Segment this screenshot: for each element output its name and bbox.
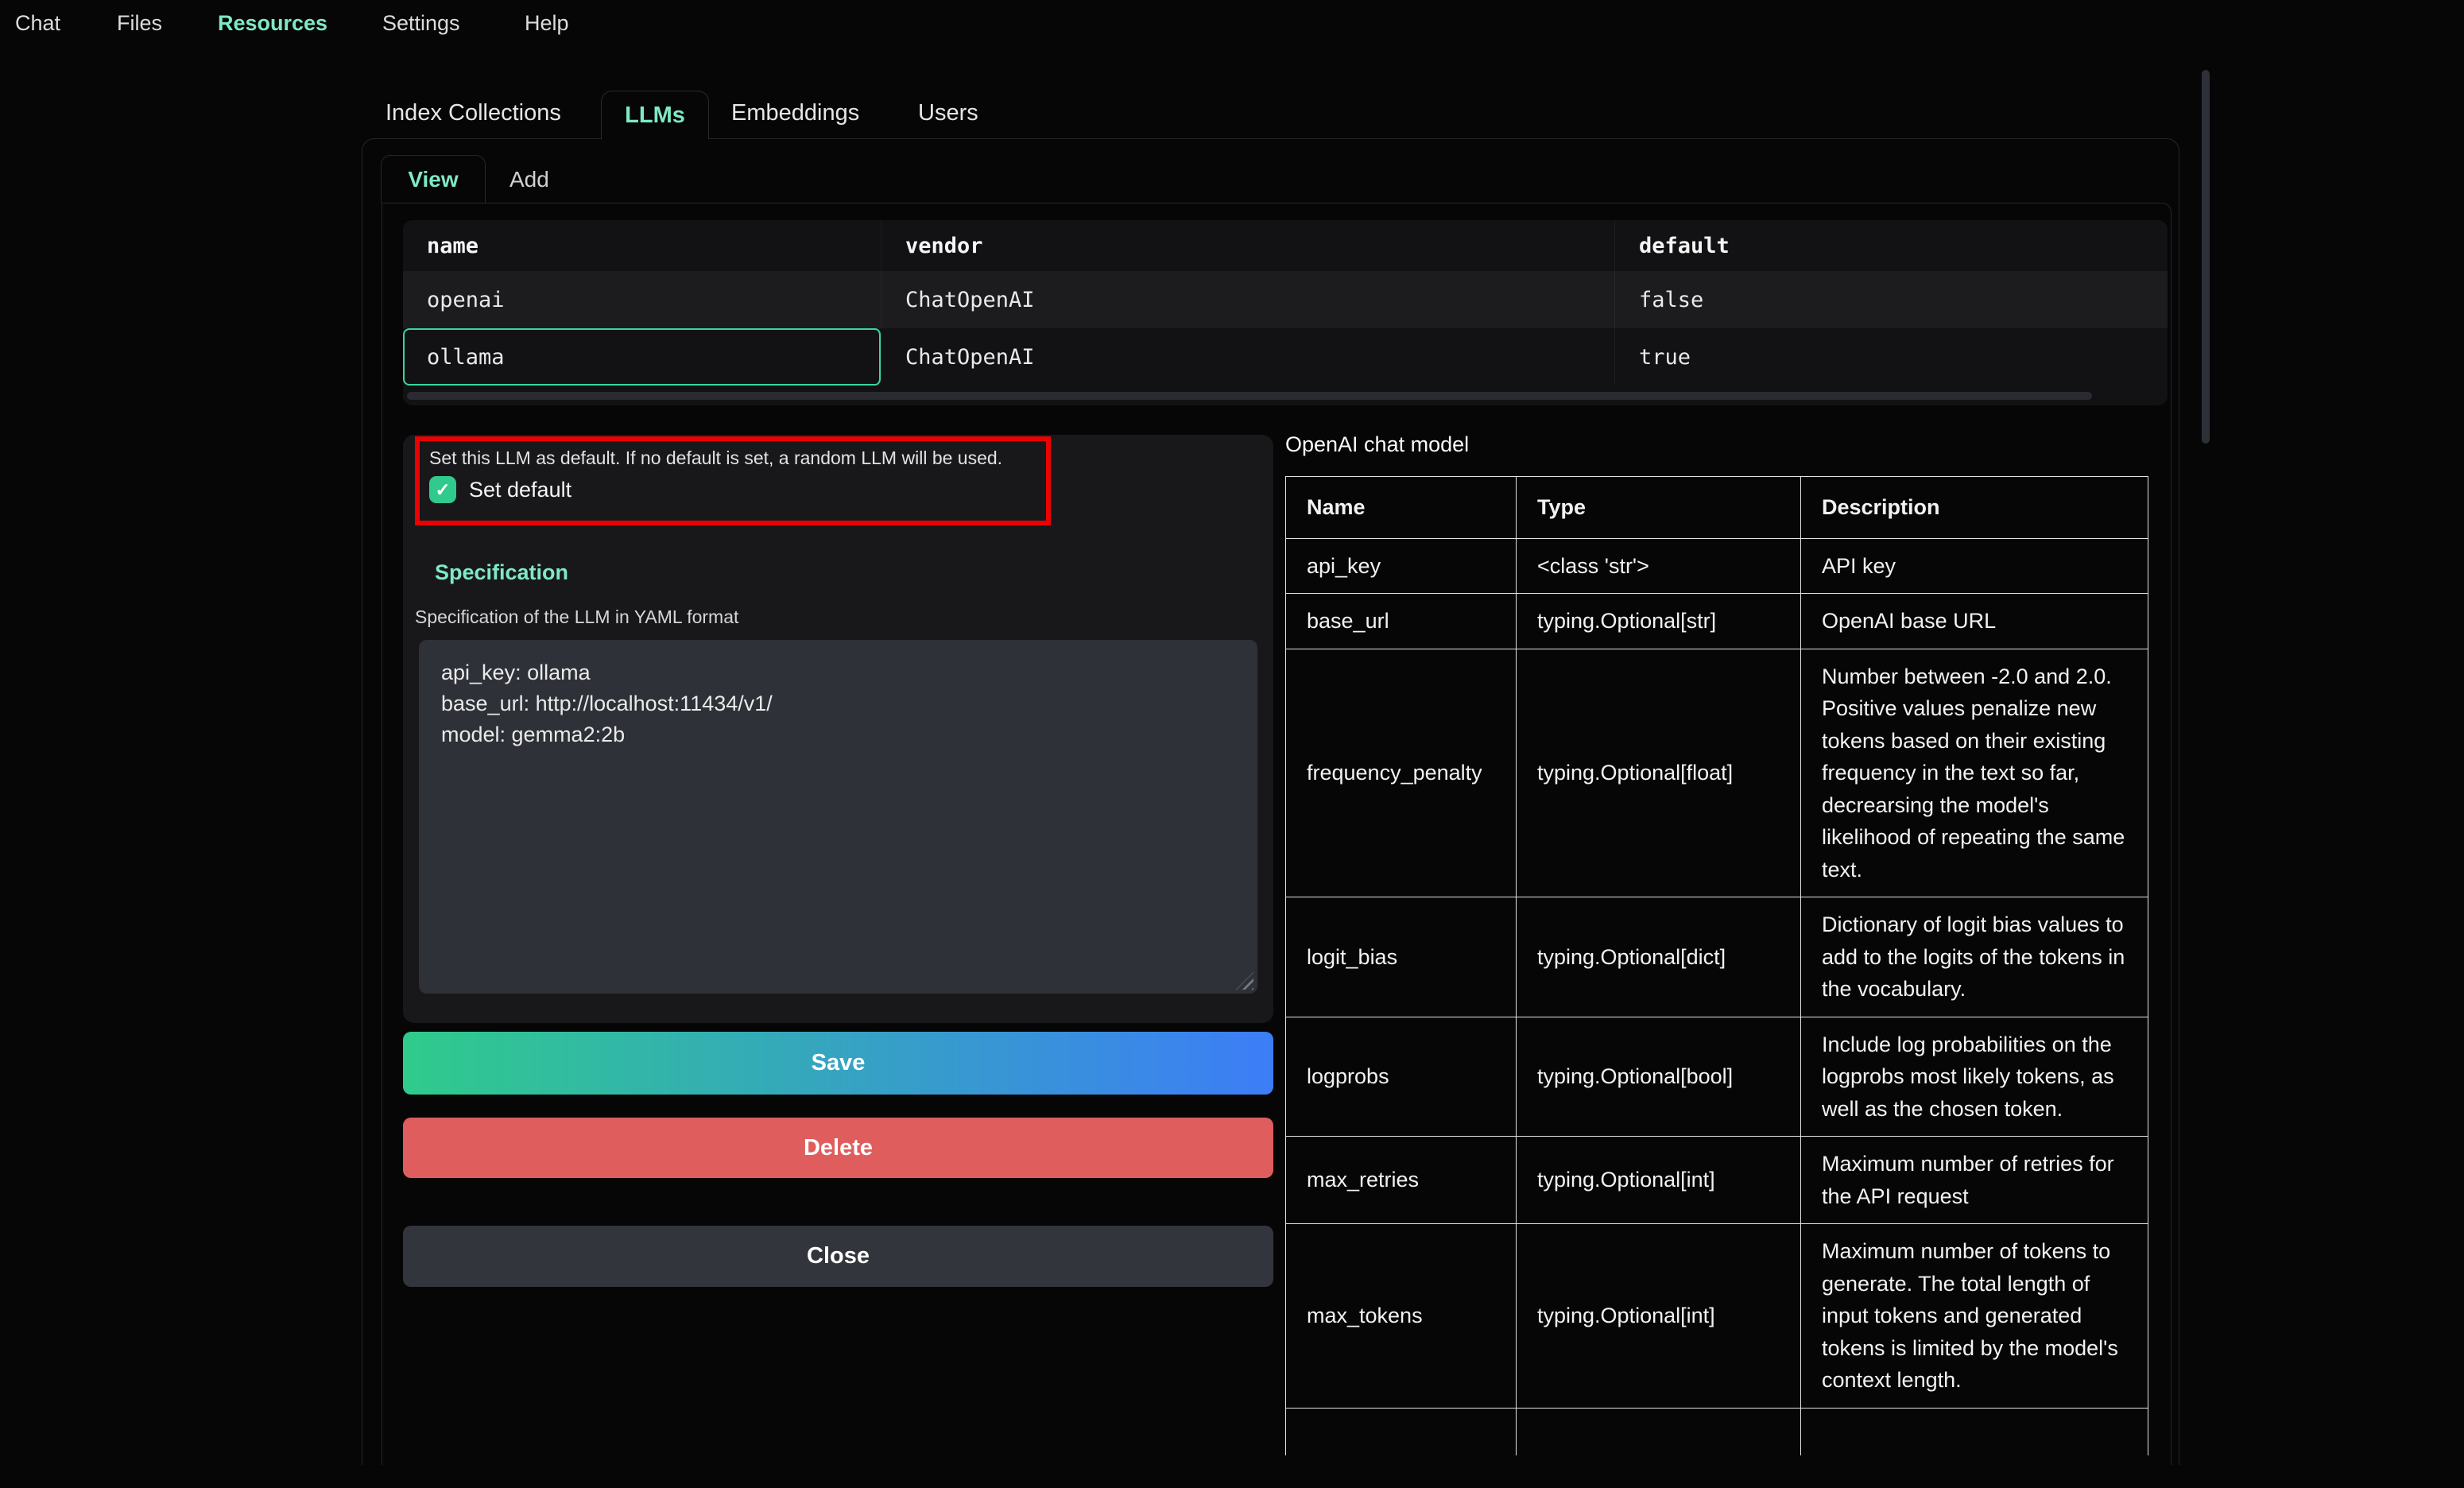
- llms-tab-panel: name vendor default openai ChatOpenAI fa…: [362, 138, 2179, 1465]
- vertical-scrollbar[interactable]: [2202, 70, 2210, 444]
- annotation-highlight-box: Set this LLM as default. If no default i…: [415, 436, 1051, 525]
- llm-cell-default: false: [1615, 271, 2168, 328]
- schema-param-name: max_tokens: [1286, 1224, 1517, 1409]
- set-default-label: Set default: [469, 478, 571, 502]
- tab-users[interactable]: Users: [918, 100, 978, 126]
- tab-view[interactable]: View: [381, 155, 486, 203]
- schema-param-name: frequency_penalty: [1286, 649, 1517, 897]
- llm-cell-vendor: ChatOpenAI: [881, 328, 1615, 386]
- schema-header-row: Name Type Description: [1286, 477, 2148, 539]
- tab-index-collections[interactable]: Index Collections: [385, 100, 561, 126]
- llm-cell-default: true: [1615, 328, 2168, 386]
- schema-param-type: [1517, 1408, 1801, 1455]
- llm-cell-name[interactable]: openai: [403, 271, 881, 328]
- table-row: api_key <class 'str'> API key: [1286, 538, 2148, 594]
- llm-col-header-default: default: [1615, 220, 2168, 271]
- set-default-checkbox[interactable]: ✓: [429, 476, 456, 503]
- set-default-note: Set this LLM as default. If no default i…: [429, 448, 1002, 469]
- schema-param-desc: OpenAI base URL: [1801, 594, 2148, 649]
- llm-list-table: name vendor default openai ChatOpenAI fa…: [403, 220, 2168, 405]
- close-button[interactable]: Close: [403, 1226, 1273, 1287]
- delete-button[interactable]: Delete: [403, 1118, 1273, 1178]
- schema-param-desc: API key: [1801, 538, 2148, 594]
- table-row: logprobs typing.Optional[bool] Include l…: [1286, 1017, 2148, 1137]
- tab-add[interactable]: Add: [509, 167, 549, 192]
- nav-item-help[interactable]: Help: [525, 11, 569, 36]
- schema-panel-title: OpenAI chat model: [1285, 432, 1469, 457]
- schema-param-name: logprobs: [1286, 1017, 1517, 1137]
- table-row-partial: [1286, 1408, 2148, 1455]
- schema-param-type: typing.Optional[bool]: [1517, 1017, 1801, 1137]
- llm-cell-vendor: ChatOpenAI: [881, 271, 1615, 328]
- table-row: base_url typing.Optional[str] OpenAI bas…: [1286, 594, 2148, 649]
- tab-embeddings[interactable]: Embeddings: [731, 100, 859, 126]
- schema-param-name: logit_bias: [1286, 897, 1517, 1017]
- schema-col-name: Name: [1286, 477, 1517, 539]
- schema-param-desc: Dictionary of logit bias values to add t…: [1801, 897, 2148, 1017]
- top-nav: Chat Files Resources Settings Help: [0, 0, 2464, 49]
- schema-param-type: typing.Optional[dict]: [1517, 897, 1801, 1017]
- tab-llms-label: LLMs: [625, 103, 685, 129]
- table-row: logit_bias typing.Optional[dict] Diction…: [1286, 897, 2148, 1017]
- horizontal-scrollbar[interactable]: [407, 392, 2092, 400]
- set-default-row: ✓ Set default: [429, 476, 571, 503]
- schema-param-type: typing.Optional[float]: [1517, 649, 1801, 897]
- tab-llms[interactable]: LLMs: [601, 91, 709, 139]
- schema-param-name: base_url: [1286, 594, 1517, 649]
- llm-col-header-vendor: vendor: [881, 220, 1615, 271]
- schema-param-desc: Number between -2.0 and 2.0. Positive va…: [1801, 649, 2148, 897]
- save-button[interactable]: Save: [403, 1032, 1273, 1095]
- llm-cell-name-selected[interactable]: ollama: [403, 328, 881, 386]
- schema-param-type: typing.Optional[int]: [1517, 1224, 1801, 1409]
- schema-param-name: api_key: [1286, 538, 1517, 594]
- schema-param-desc: Maximum number of retries for the API re…: [1801, 1137, 2148, 1224]
- nav-item-chat[interactable]: Chat: [15, 11, 60, 36]
- llm-table-header-row: name vendor default: [403, 220, 2168, 271]
- nav-item-files[interactable]: Files: [117, 11, 162, 36]
- table-row: max_tokens typing.Optional[int] Maximum …: [1286, 1224, 2148, 1409]
- table-row: frequency_penalty typing.Optional[float]…: [1286, 649, 2148, 897]
- llm-col-header-name: name: [403, 220, 881, 271]
- schema-col-description: Description: [1801, 477, 2148, 539]
- table-row[interactable]: openai ChatOpenAI false: [403, 271, 2168, 328]
- table-row-selected[interactable]: ollama ChatOpenAI true: [403, 328, 2168, 386]
- table-row: max_retries typing.Optional[int] Maximum…: [1286, 1137, 2148, 1224]
- schema-param-name: [1286, 1408, 1517, 1455]
- nav-item-settings[interactable]: Settings: [382, 11, 460, 36]
- specification-yaml-input[interactable]: api_key: ollama base_url: http://localho…: [419, 640, 1257, 994]
- schema-param-desc: Include log probabilities on the logprob…: [1801, 1017, 2148, 1137]
- schema-col-type: Type: [1517, 477, 1801, 539]
- tab-view-label: View: [408, 167, 458, 192]
- check-icon: ✓: [435, 481, 450, 499]
- schema-param-type: <class 'str'>: [1517, 538, 1801, 594]
- specification-heading: Specification: [435, 560, 568, 585]
- schema-table: Name Type Description api_key <class 'st…: [1285, 476, 2148, 1455]
- schema-param-name: max_retries: [1286, 1137, 1517, 1224]
- schema-param-type: typing.Optional[str]: [1517, 594, 1801, 649]
- schema-param-type: typing.Optional[int]: [1517, 1137, 1801, 1224]
- view-tab-panel: name vendor default openai ChatOpenAI fa…: [382, 203, 2171, 1465]
- llm-detail-card: Set this LLM as default. If no default i…: [403, 435, 1273, 1023]
- schema-param-desc: Maximum number of tokens to generate. Th…: [1801, 1224, 2148, 1409]
- nav-item-resources[interactable]: Resources: [218, 11, 327, 36]
- specification-description: Specification of the LLM in YAML format: [415, 606, 738, 628]
- schema-param-desc: [1801, 1408, 2148, 1455]
